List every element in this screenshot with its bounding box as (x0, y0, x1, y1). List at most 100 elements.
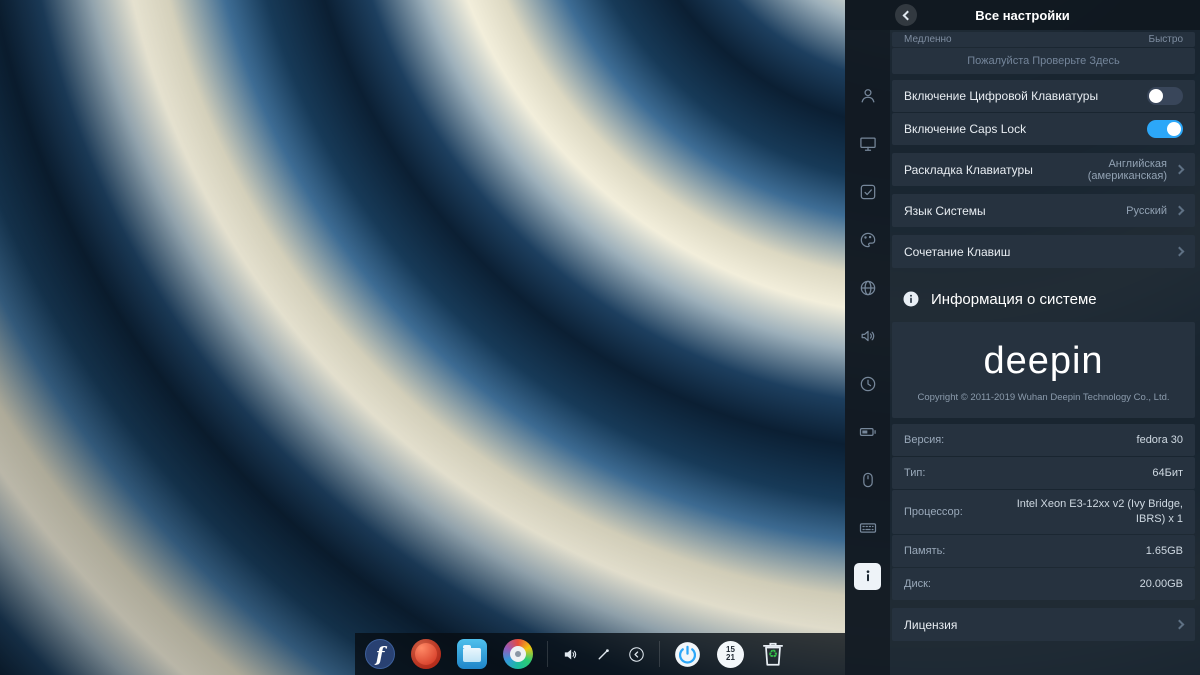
pen-tray-icon[interactable] (595, 646, 612, 663)
capslock-toggle[interactable] (1147, 120, 1183, 138)
keyboard-layout-label: Раскладка Клавиатуры (904, 163, 1033, 177)
version-row: Версия: fedora 30 (892, 424, 1195, 456)
panel-title: Все настройки (975, 8, 1070, 23)
sidebar-item-system-info[interactable] (845, 552, 890, 600)
dock: f 15 21 (355, 633, 845, 675)
clock-minute: 21 (726, 654, 735, 662)
screen-recorder-app-icon[interactable] (411, 639, 441, 669)
toggle-group: Включение Цифровой Клавиатуры Включение … (892, 80, 1195, 145)
sidebar-item-power[interactable] (845, 408, 890, 456)
sidebar-item-accounts[interactable] (845, 72, 890, 120)
version-value: fedora 30 (1137, 433, 1183, 448)
deepin-logo-card: deepin Copyright © 2011-2019 Wuhan Deepi… (892, 322, 1195, 418)
copyright-text: Copyright © 2011-2019 Wuhan Deepin Techn… (917, 392, 1169, 403)
memory-row: Память: 1.65GB (892, 535, 1195, 567)
keyboard-layout-value: Английская (американская) (1033, 158, 1167, 182)
red-circle-icon (411, 639, 441, 669)
speaker-icon (858, 326, 878, 346)
check-square-icon (858, 182, 878, 202)
trash-icon: ♻ (760, 640, 786, 668)
system-language-label: Язык Системы (904, 204, 1126, 218)
processor-row: Процессор: Intel Xeon E3-12xx v2 (Ivy Br… (892, 490, 1195, 534)
module-icon-rail (845, 30, 890, 675)
system-info-section-header: Информация о системе (892, 268, 1195, 322)
disk-label: Диск: (904, 578, 1140, 590)
clock-icon (858, 374, 878, 394)
chevron-right-icon (1175, 165, 1185, 175)
processor-label: Процессор: (904, 506, 998, 518)
memory-value: 1.65GB (1146, 544, 1183, 559)
control-center-app-icon[interactable] (503, 639, 533, 669)
tray-collapse-icon[interactable] (628, 646, 645, 663)
numlock-label: Включение Цифровой Клавиатуры (904, 89, 1147, 103)
slider-label-fast: Быстро (1149, 34, 1183, 45)
chevron-right-icon (1175, 247, 1185, 257)
keyboard-layout-row[interactable]: Раскладка Клавиатуры Английская (америка… (892, 153, 1195, 186)
sidebar-item-sound[interactable] (845, 312, 890, 360)
monitor-icon (858, 134, 878, 154)
system-language-value: Русский (1126, 205, 1167, 217)
shutdown-plugin-icon[interactable] (674, 641, 701, 668)
dock-apps: f (365, 639, 533, 669)
volume-tray-icon[interactable] (562, 646, 579, 663)
memory-label: Память: (904, 545, 1146, 557)
back-button[interactable] (895, 4, 917, 26)
license-row[interactable]: Лицензия (892, 608, 1195, 641)
gear-icon (503, 639, 533, 669)
folder-icon (457, 639, 487, 669)
panel-body: Медленно Быстро Пожалуйста Проверьте Зде… (845, 30, 1200, 675)
version-label: Версия: (904, 434, 1137, 446)
deepin-logo: deepin (983, 342, 1103, 380)
numlock-row: Включение Цифровой Клавиатуры (892, 80, 1195, 112)
sidebar-item-default-apps[interactable] (845, 168, 890, 216)
trash-plugin-icon[interactable]: ♻ (760, 640, 786, 668)
palette-icon (858, 230, 878, 250)
chevron-right-icon (1175, 620, 1185, 630)
license-label: Лицензия (904, 618, 1176, 632)
capslock-row: Включение Caps Lock (892, 113, 1195, 145)
chevron-left-icon (902, 10, 912, 20)
system-info-fields: Версия: fedora 30 Тип: 64Бит Процессор: … (892, 424, 1195, 600)
battery-icon (858, 422, 878, 442)
sidebar-item-keyboard[interactable] (845, 504, 890, 552)
fedora-logo: f (365, 639, 395, 669)
test-input-placeholder: Пожалуйста Проверьте Здесь (967, 55, 1120, 67)
dock-plugins: 15 21 ♻ (674, 640, 786, 668)
repeat-rate-slider-row[interactable]: Медленно Быстро (892, 32, 1195, 47)
dock-tray (562, 646, 645, 663)
sidebar-item-network[interactable] (845, 264, 890, 312)
type-row: Тип: 64Бит (892, 457, 1195, 489)
type-label: Тип: (904, 467, 1152, 479)
chevron-right-icon (1175, 206, 1185, 216)
processor-value: Intel Xeon E3-12xx v2 (Ivy Bridge, IBRS)… (998, 497, 1183, 527)
sidebar-item-mouse[interactable] (845, 456, 890, 504)
sidebar-item-display[interactable] (845, 120, 890, 168)
globe-icon (858, 278, 878, 298)
slider-label-slow: Медленно (904, 34, 952, 45)
panel-header: Все настройки (845, 0, 1200, 30)
clock-face: 15 21 (717, 641, 744, 668)
system-info-title: Информация о системе (931, 291, 1097, 308)
active-highlight (854, 563, 881, 590)
disk-row: Диск: 20.00GB (892, 568, 1195, 600)
recycle-glyph: ♻ (768, 650, 778, 661)
type-value: 64Бит (1152, 466, 1183, 481)
sidebar-item-personalization[interactable] (845, 216, 890, 264)
info-icon (858, 566, 878, 586)
capslock-label: Включение Caps Lock (904, 122, 1147, 136)
mouse-icon (858, 470, 878, 490)
clock-plugin[interactable]: 15 21 (717, 641, 744, 668)
numlock-toggle[interactable] (1147, 87, 1183, 105)
info-circle-icon (902, 290, 920, 308)
system-language-row[interactable]: Язык Системы Русский (892, 194, 1195, 227)
disk-value: 20.00GB (1140, 577, 1183, 592)
dock-divider (547, 641, 548, 667)
keyboard-icon (858, 518, 878, 538)
sidebar-item-datetime[interactable] (845, 360, 890, 408)
shortcuts-row[interactable]: Сочетание Клавиш (892, 235, 1195, 268)
file-manager-app-icon[interactable] (457, 639, 487, 669)
settings-content: Медленно Быстро Пожалуйста Проверьте Зде… (890, 30, 1200, 675)
fedora-app-icon[interactable]: f (365, 639, 395, 669)
keyboard-test-input[interactable]: Пожалуйста Проверьте Здесь (892, 48, 1195, 74)
settings-panel: Все настройки (845, 0, 1200, 675)
